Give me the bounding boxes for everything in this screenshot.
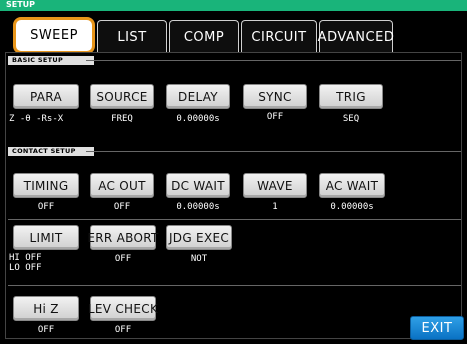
limit-hi-value: HI OFF (9, 253, 42, 263)
delay-button[interactable]: DELAY (166, 84, 230, 109)
delay-value: 0.00000s (176, 114, 220, 124)
dc-wait-value: 0.00000s (176, 202, 220, 212)
lev-check-value: OFF (114, 325, 132, 335)
wave-button[interactable]: WAVE (243, 173, 307, 198)
trig-value: SEQ (342, 114, 360, 124)
para-button[interactable]: PARA (13, 84, 79, 109)
ac-out-value: OFF (113, 202, 131, 212)
exit-button[interactable]: EXIT (410, 316, 464, 340)
trig-button[interactable]: TRIG (319, 84, 383, 109)
lev-check-button[interactable]: LEV CHECK (88, 296, 158, 321)
title-bar: SETUP (0, 0, 467, 11)
jdg-exec-value: NOT (190, 254, 208, 264)
tab-sweep[interactable]: SWEEP (13, 17, 95, 54)
tab-comp-label: COMP (183, 29, 225, 45)
hi-z-value: OFF (37, 325, 55, 335)
wave-value: 1 (272, 202, 278, 212)
dc-wait-button[interactable]: DC WAIT (166, 173, 230, 198)
basic-setup-divider (86, 60, 461, 61)
row-divider-1 (8, 219, 461, 220)
limit-button[interactable]: LIMIT (13, 225, 79, 250)
timing-value: OFF (37, 202, 55, 212)
err-abort-value: OFF (114, 254, 132, 264)
jdg-exec-button[interactable]: JDG EXEC (166, 225, 232, 250)
tab-comp[interactable]: COMP (169, 20, 239, 53)
tab-advanced-label: ADVANCED (317, 29, 395, 45)
timing-button[interactable]: TIMING (13, 173, 79, 198)
tab-list[interactable]: LIST (97, 20, 167, 53)
basic-setup-heading: BASIC SETUP (8, 56, 94, 65)
limit-lo-value: LO OFF (9, 263, 42, 273)
tab-circuit[interactable]: CIRCUIT (241, 20, 317, 53)
contact-setup-heading: CONTACT SETUP (8, 147, 94, 156)
err-abort-button[interactable]: ERR ABORT (87, 225, 158, 250)
ac-wait-value: 0.00000s (330, 202, 374, 212)
tab-sweep-label: SWEEP (30, 28, 78, 43)
hi-z-button[interactable]: Hi Z (13, 296, 79, 321)
tab-circuit-label: CIRCUIT (251, 29, 307, 45)
contact-setup-divider (86, 151, 461, 152)
tab-list-label: LIST (117, 29, 147, 45)
source-button[interactable]: SOURCE (90, 84, 154, 109)
sync-value: OFF (266, 112, 284, 122)
window-title: SETUP (6, 0, 36, 9)
tab-strip: SWEEP LIST COMP CIRCUIT ADVANCED (0, 11, 467, 54)
para-value: Z -θ -Rs-X (9, 114, 64, 124)
sync-button[interactable]: SYNC (243, 84, 307, 109)
ac-wait-button[interactable]: AC WAIT (319, 173, 385, 198)
tab-advanced[interactable]: ADVANCED (317, 20, 395, 53)
source-value: FREQ (111, 114, 133, 124)
row-divider-2 (8, 285, 461, 286)
ac-out-button[interactable]: AC OUT (90, 173, 154, 198)
